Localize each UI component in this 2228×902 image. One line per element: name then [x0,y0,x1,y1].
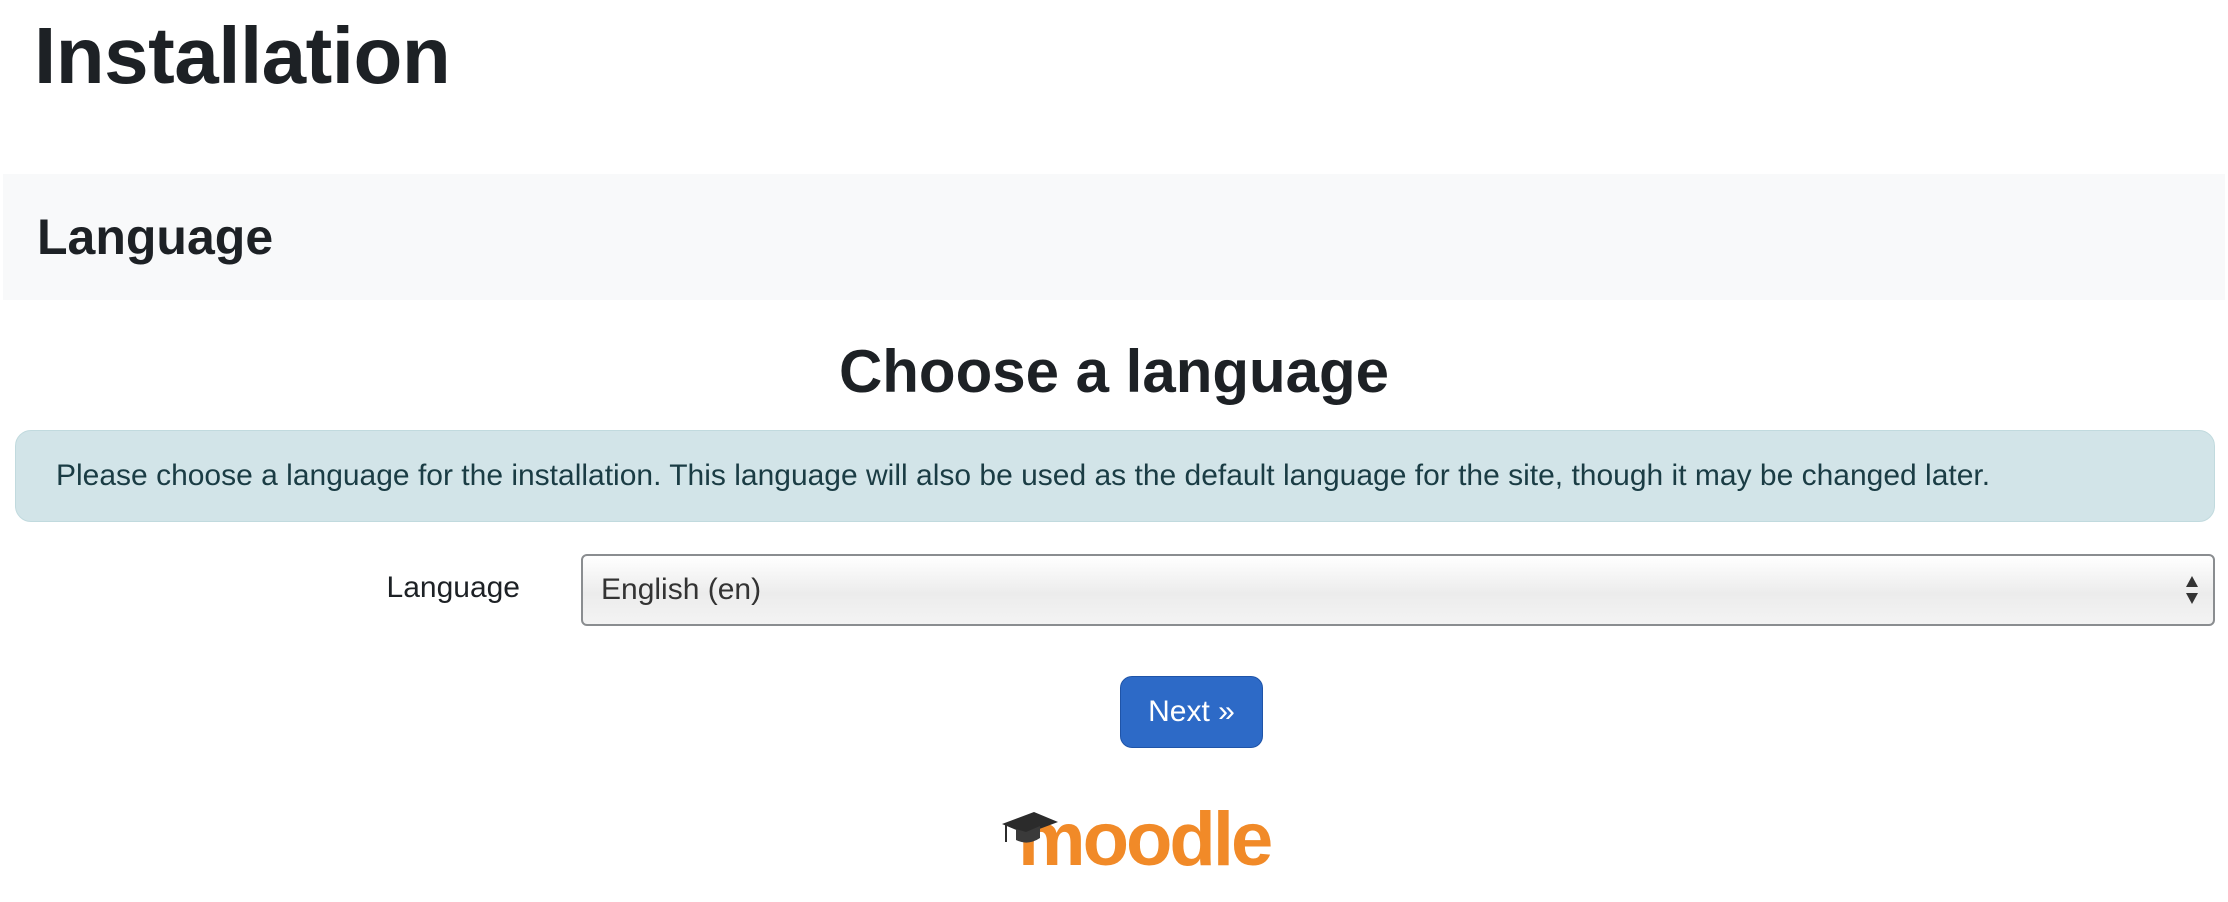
next-button[interactable]: Next » [1120,676,1263,748]
language-select-value: English (en) [601,573,762,606]
select-updown-icon [2185,572,2199,608]
section-title: Language [37,209,274,265]
section-header: Language [3,174,2225,300]
page-title: Installation [34,11,451,100]
installation-page: Installation Language Choose a language … [0,0,2228,902]
language-select[interactable]: English (en) [581,554,2215,626]
info-alert: Please choose a language for the install… [15,430,2215,522]
graduation-cap-icon [1000,810,1060,850]
choose-language-heading: Choose a language [838,338,1390,405]
moodle-logo: moodle [1000,802,1273,886]
info-alert-text: Please choose a language for the install… [56,459,1991,492]
language-field-label: Language [386,571,520,604]
